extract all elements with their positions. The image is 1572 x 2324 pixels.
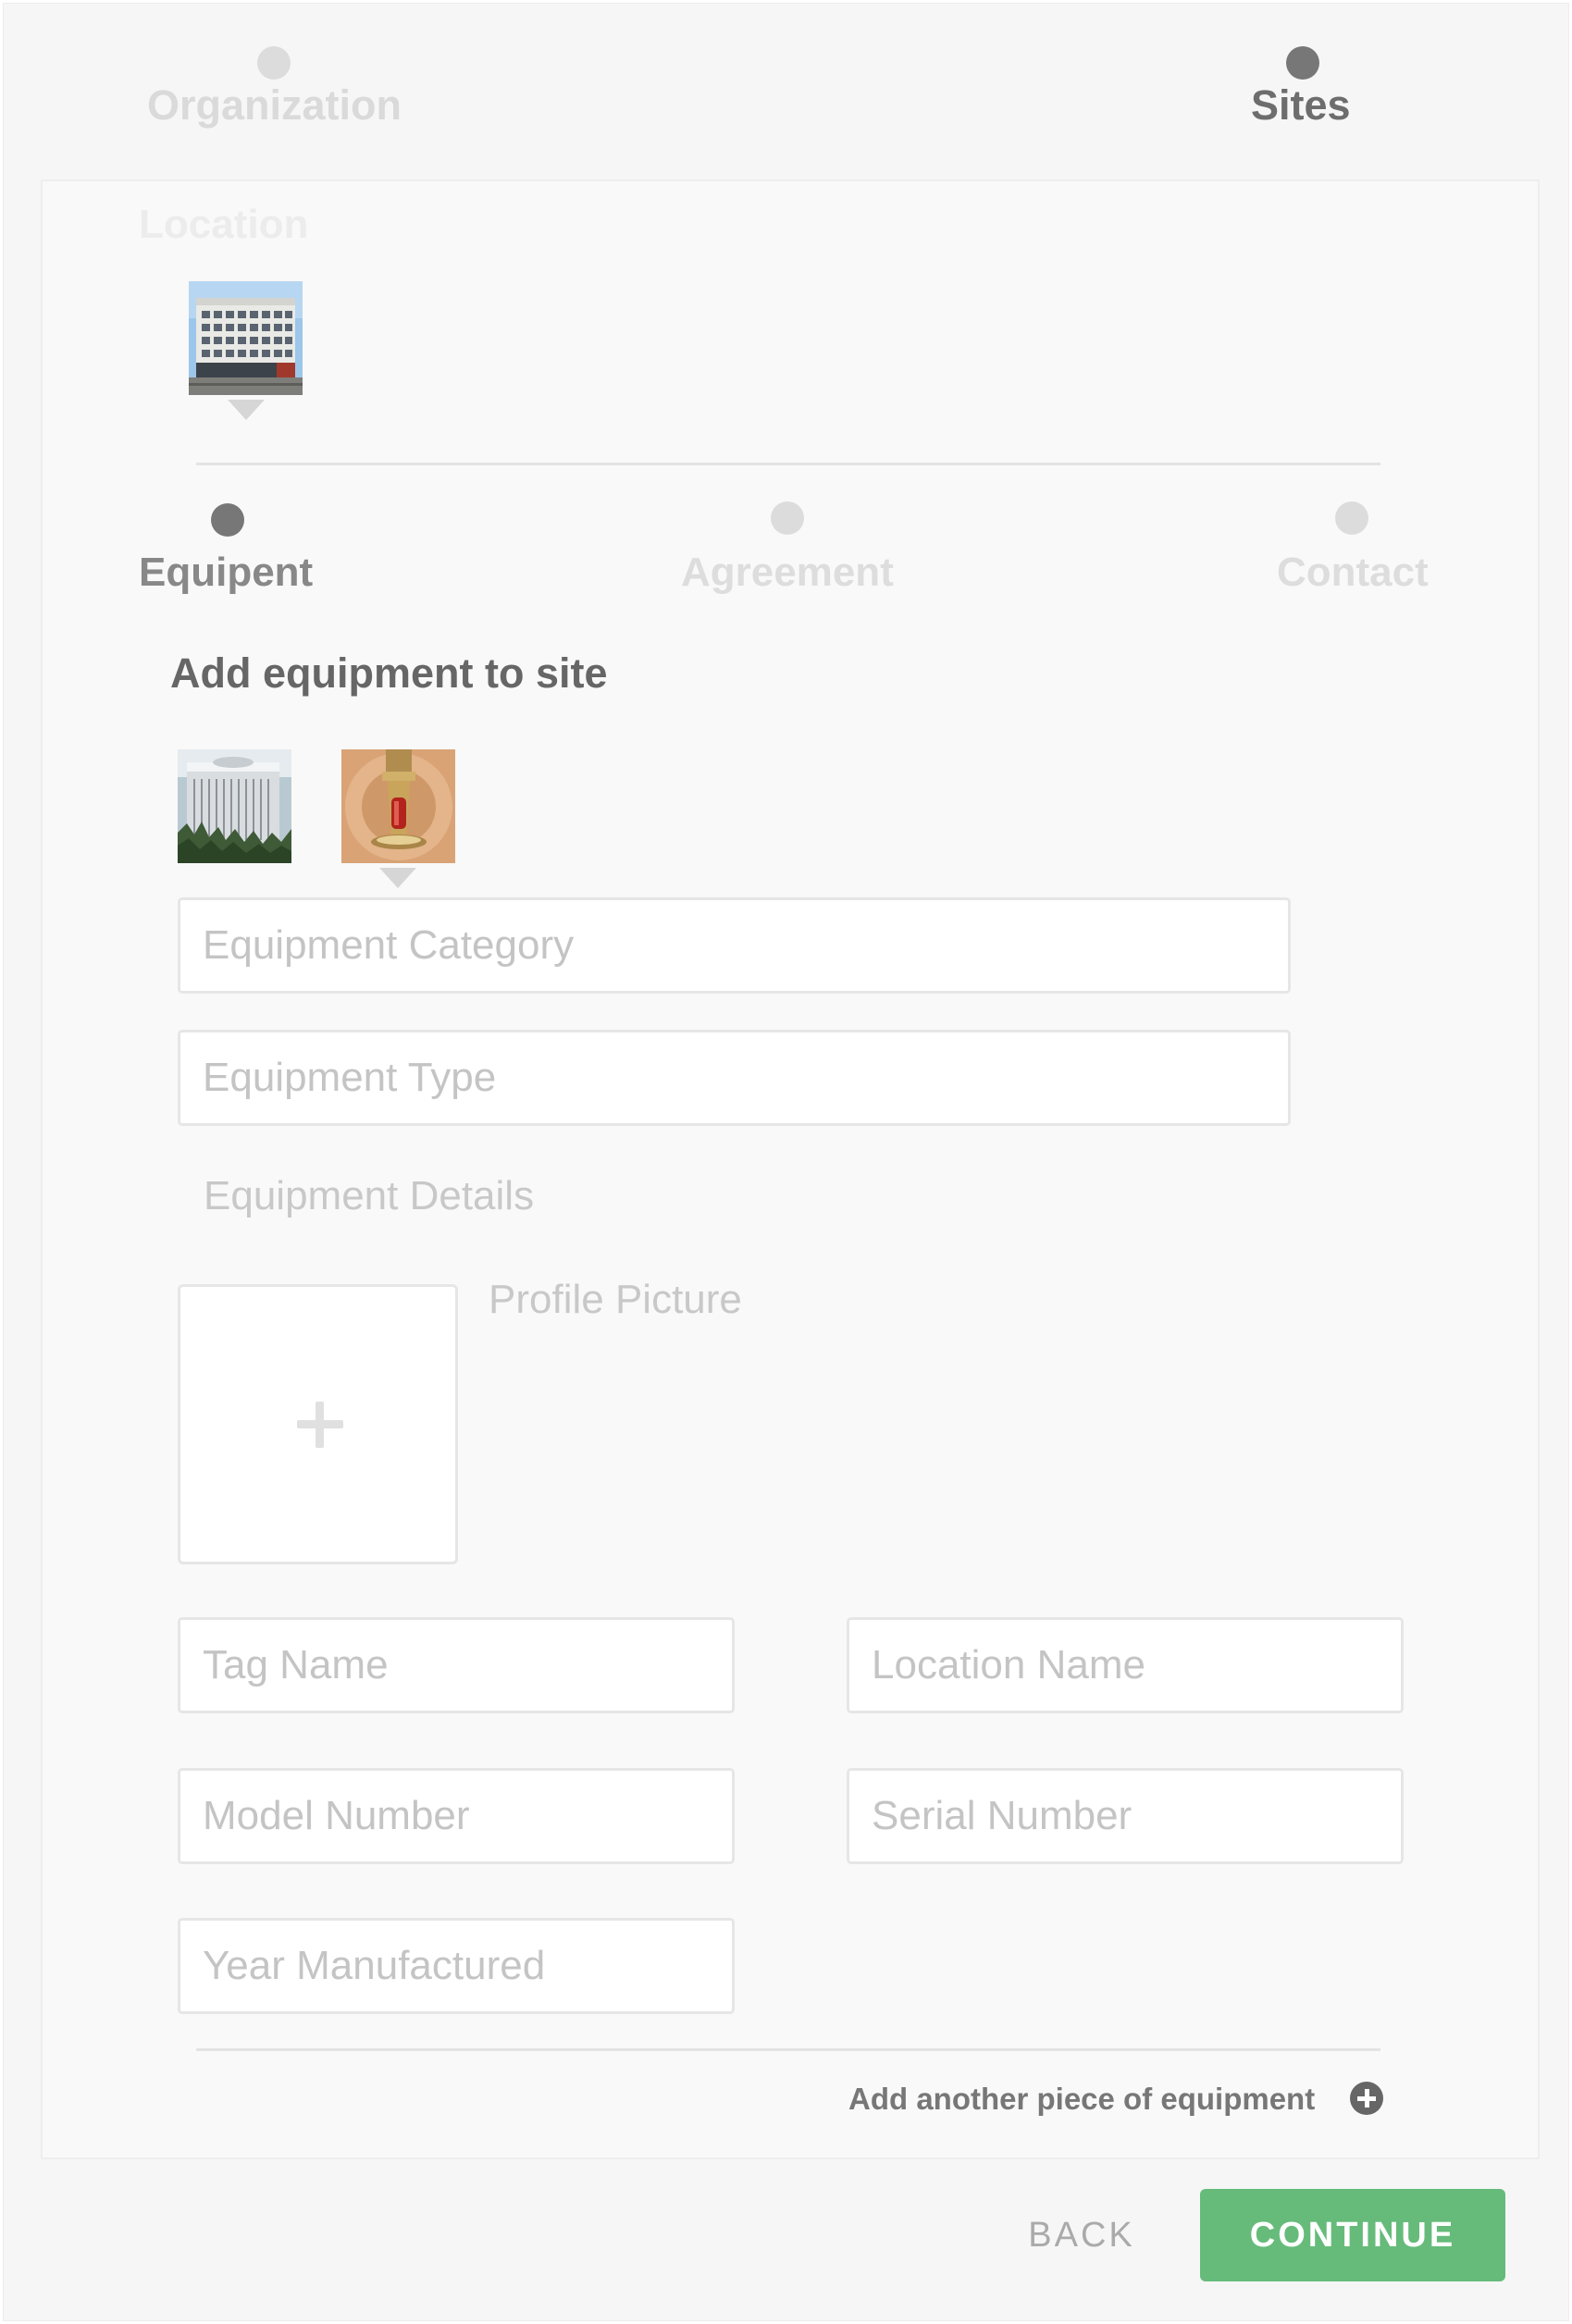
profile-picture-label: Profile Picture bbox=[489, 1277, 742, 1322]
substep-agreement[interactable]: Agreement bbox=[681, 550, 894, 596]
substep-contact[interactable]: Contact bbox=[1277, 550, 1429, 596]
continue-button[interactable]: CONTINUE bbox=[1200, 2189, 1505, 2281]
equipment-category-field[interactable] bbox=[178, 897, 1291, 994]
sites-card: Location Equipent Agreement Contact Add … bbox=[41, 179, 1540, 2159]
year-manufactured-field[interactable] bbox=[178, 1918, 735, 2014]
equipment-thumbnail-hvac[interactable] bbox=[178, 749, 291, 863]
equipment-thumbnail-sprinkler[interactable] bbox=[341, 749, 455, 863]
substep-dot-equipment bbox=[211, 503, 244, 537]
substep-dot-agreement bbox=[771, 501, 804, 535]
substep-dot-contact bbox=[1335, 501, 1368, 535]
wizard-frame: Organization Sites Location Equipent Agr… bbox=[3, 3, 1569, 2321]
serial-number-field[interactable] bbox=[847, 1768, 1404, 1864]
fire-sprinkler-photo-icon bbox=[341, 749, 455, 863]
location-name-field[interactable] bbox=[847, 1617, 1404, 1713]
building-photo-icon bbox=[189, 281, 303, 395]
step-dot-organization bbox=[257, 46, 291, 80]
location-label: Location bbox=[139, 202, 309, 247]
equipment-selected-pointer bbox=[379, 868, 416, 888]
section-heading: Add equipment to site bbox=[170, 649, 608, 697]
location-divider bbox=[196, 463, 1380, 465]
model-number-field[interactable] bbox=[178, 1768, 735, 1864]
step-organization[interactable]: Organization bbox=[147, 81, 402, 130]
equipment-type-field[interactable] bbox=[178, 1030, 1291, 1126]
profile-picture-upload[interactable] bbox=[178, 1284, 458, 1564]
equipment-divider bbox=[196, 2048, 1380, 2051]
building-thumbnail[interactable] bbox=[189, 281, 303, 395]
add-circle-icon[interactable] bbox=[1350, 2082, 1383, 2115]
step-dot-sites bbox=[1286, 46, 1319, 80]
back-button[interactable]: BACK bbox=[1003, 2201, 1160, 2270]
location-selected-pointer bbox=[228, 400, 265, 420]
tag-name-field[interactable] bbox=[178, 1617, 735, 1713]
hvac-unit-photo-icon bbox=[178, 749, 291, 863]
add-another-equipment-link[interactable]: Add another piece of equipment bbox=[848, 2082, 1315, 2117]
step-sites[interactable]: Sites bbox=[1251, 81, 1351, 130]
equipment-details-label: Equipment Details bbox=[204, 1173, 535, 1218]
substep-equipment[interactable]: Equipent bbox=[139, 550, 313, 596]
